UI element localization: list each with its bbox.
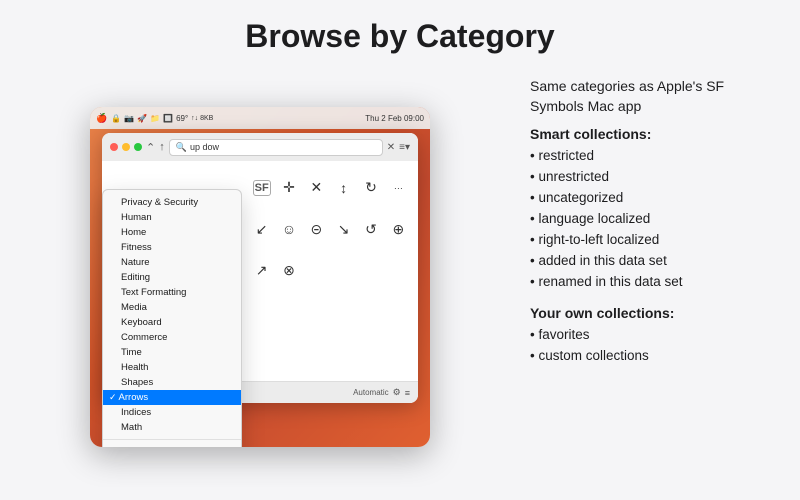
traffic-light-close[interactable] (110, 143, 118, 151)
dropdown-item-keyboard[interactable]: Keyboard (103, 315, 241, 330)
traffic-light-minimize[interactable] (122, 143, 130, 151)
own-collections-list: • favorites • custom collections (530, 325, 776, 367)
dropdown-item-editing[interactable]: Editing (103, 270, 241, 285)
dropdown-item-human[interactable]: Human (103, 210, 241, 225)
icon-5: ↻ (365, 179, 377, 196)
dropdown-menu[interactable]: Privacy & Security Human Home Fitness Na… (102, 189, 242, 447)
dropdown-item-fitness[interactable]: Fitness (103, 240, 241, 255)
bottom-icon-1[interactable]: ⚙ (393, 387, 401, 398)
options-icon[interactable]: ≡▾ (399, 142, 410, 153)
icon-1: SF (253, 180, 271, 196)
dropdown-top-section: Privacy & Security Human Home Fitness Na… (103, 194, 241, 436)
menu-bar: 🍎 🔒 📷 🚀 📁 🔲 69° ↑↓ 8KB Thu 2 Feb 09:00 (90, 107, 430, 129)
main-content: 🍎 🔒 📷 🚀 📁 🔲 69° ↑↓ 8KB Thu 2 Feb 09:00 (0, 67, 800, 487)
dropdown-item-health[interactable]: Health (103, 360, 241, 375)
smart-item-4: • right-to-left localized (530, 230, 776, 251)
smart-item-6: • renamed in this data set (530, 272, 776, 293)
close-search-icon[interactable]: ✕ (387, 142, 395, 153)
dropdown-item-privacy[interactable]: Privacy & Security (103, 195, 241, 210)
app-body: Privacy & Security Human Home Fitness Na… (102, 161, 418, 381)
icon-2: ✛ (283, 179, 295, 196)
bottom-icon-2[interactable]: ≡ (405, 388, 410, 398)
dropdown-item-math[interactable]: Math (103, 420, 241, 435)
icon-10: ↘ (338, 221, 350, 238)
icon-8: ☺ (282, 221, 296, 237)
dropdown-item-home[interactable]: Home (103, 225, 241, 240)
smart-collections-title: Smart collections: (530, 126, 776, 142)
apple-icon: 🍎 (96, 113, 107, 124)
dropdown-item-commerce[interactable]: Commerce (103, 330, 241, 345)
search-icon: 🔍 (176, 142, 187, 153)
icon-13: ↗ (256, 262, 268, 279)
menubar-icon-rocket: 🚀 (137, 114, 147, 123)
own-item-0: • favorites (530, 325, 776, 346)
icon-7: ↙ (256, 221, 268, 238)
menu-bar-right: Thu 2 Feb 09:00 (365, 114, 424, 123)
smart-item-0: • restricted (530, 146, 776, 167)
dropdown-smart-section: Restricted Unrestricted Uncategorized La… (103, 443, 241, 447)
arrow-down-icon[interactable]: ↑ (159, 141, 165, 153)
smart-item-5: • added in this data set (530, 251, 776, 272)
icon-6: ··· (394, 183, 403, 193)
page-title: Browse by Category (0, 0, 800, 67)
icon-9: ⊝ (310, 221, 322, 238)
dropdown-item-arrows[interactable]: Arrows (103, 390, 241, 405)
dropdown-item-shapes[interactable]: Shapes (103, 375, 241, 390)
mac-window: 🍎 🔒 📷 🚀 📁 🔲 69° ↑↓ 8KB Thu 2 Feb 09:00 (90, 107, 430, 447)
own-collections-title: Your own collections: (530, 305, 776, 321)
dropdown-item-nature[interactable]: Nature (103, 255, 241, 270)
dropdown-item-time[interactable]: Time (103, 345, 241, 360)
own-item-1: • custom collections (530, 346, 776, 367)
dropdown-item-textformatting[interactable]: Text Formatting (103, 285, 241, 300)
menubar-icon-box: 🔲 (163, 114, 173, 123)
icons-grid: SF ✛ ✕ ↕ ↻ ··· ↙ ☺ ⊝ ↘ ↺ ⊕ ↗ ⊗ (242, 161, 418, 381)
screenshot-area: 🍎 🔒 📷 🚀 📁 🔲 69° ↑↓ 8KB Thu 2 Feb 09:00 (0, 67, 520, 487)
icon-4: ↕ (340, 180, 347, 196)
app-bottom-right: Automatic ⚙ ≡ (353, 387, 410, 398)
icon-12: ⊕ (392, 221, 404, 238)
icon-14: ⊗ (283, 262, 295, 279)
dropdown-item-media[interactable]: Media (103, 300, 241, 315)
info-description: Same categories as Apple's SF Symbols Ma… (530, 77, 776, 116)
app-window: ⌃ ↑ 🔍 up dow ✕ ≡▾ Privacy & Security (102, 133, 418, 403)
traffic-light-expand[interactable] (134, 143, 142, 151)
menubar-icon-lock: 🔒 (111, 114, 121, 123)
automatic-label: Automatic (353, 388, 389, 397)
info-panel: Same categories as Apple's SF Symbols Ma… (520, 67, 800, 487)
dropdown-item-restricted[interactable]: Restricted (103, 444, 241, 447)
menubar-icon-camera: 📷 (124, 114, 134, 123)
smart-collections-list: • restricted • unrestricted • uncategori… (530, 146, 776, 292)
icon-3: ✕ (310, 179, 322, 196)
icon-11: ↺ (365, 221, 377, 238)
menubar-icon-folder: 📁 (150, 114, 160, 123)
smart-item-1: • unrestricted (530, 167, 776, 188)
search-box[interactable]: 🔍 up dow (169, 139, 383, 156)
menu-bar-icons: 🔒 📷 🚀 📁 🔲 69° ↑↓ 8KB (111, 114, 213, 123)
menubar-date: Thu 2 Feb 09:00 (365, 114, 424, 123)
search-value[interactable]: up dow (190, 142, 219, 152)
dropdown-item-indices[interactable]: Indices (103, 405, 241, 420)
menubar-network: ↑↓ 8KB (191, 115, 213, 122)
smart-item-2: • uncategorized (530, 188, 776, 209)
arrow-up-icon[interactable]: ⌃ (146, 141, 155, 154)
menubar-temp: 69° (176, 114, 188, 123)
smart-item-3: • language localized (530, 209, 776, 230)
dropdown-divider-1 (103, 439, 241, 440)
app-toolbar: ⌃ ↑ 🔍 up dow ✕ ≡▾ (102, 133, 418, 161)
